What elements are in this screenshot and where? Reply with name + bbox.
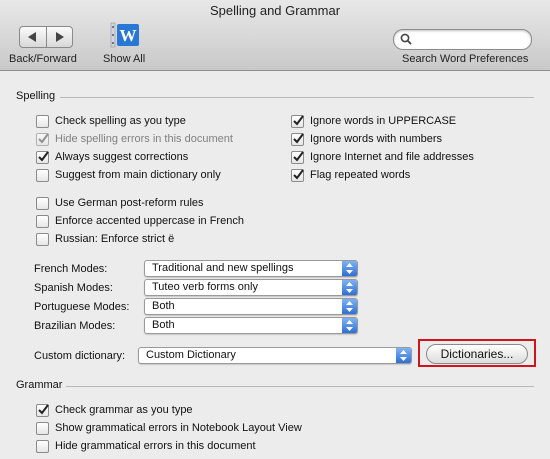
back-forward-label: Back/Forward xyxy=(9,53,77,65)
forward-button[interactable] xyxy=(45,27,73,47)
check-spelling-as-you-type-checkbox[interactable]: Check spelling as you type xyxy=(36,113,186,129)
search-input[interactable] xyxy=(416,32,524,46)
popup-arrows-icon xyxy=(342,280,357,295)
ignore-internet-addresses-checkbox[interactable]: Ignore Internet and file addresses xyxy=(291,149,474,165)
checkbox-box[interactable] xyxy=(36,421,49,435)
search-field[interactable] xyxy=(393,29,532,50)
search-label: Search Word Preferences xyxy=(402,53,529,65)
russian-strict-e-checkbox[interactable]: Russian: Enforce strict ë xyxy=(36,231,174,247)
spanish-modes-label: Spanish Modes: xyxy=(34,282,113,294)
search-icon xyxy=(400,33,412,45)
popup-arrows-icon xyxy=(342,261,357,276)
window-title: Spelling and Grammar xyxy=(209,3,341,18)
checkmark-icon xyxy=(38,403,49,415)
checkbox-box[interactable] xyxy=(291,132,304,146)
checkmark-icon xyxy=(293,168,304,180)
checkmark-icon xyxy=(293,150,304,162)
popup-arrows-icon xyxy=(396,348,411,363)
checkbox-box[interactable] xyxy=(291,150,304,164)
spelling-section-title: Spelling xyxy=(16,90,56,102)
checkbox-box[interactable] xyxy=(36,150,49,164)
checkmark-icon xyxy=(38,132,49,144)
checkbox-box[interactable] xyxy=(36,132,49,146)
show-all-button[interactable]: W xyxy=(110,22,140,48)
german-post-reform-checkbox[interactable]: Use German post-reform rules xyxy=(36,195,204,211)
back-forward-control[interactable] xyxy=(19,26,73,48)
checkbox-box[interactable] xyxy=(36,439,49,453)
custom-dictionary-label: Custom dictionary: xyxy=(34,350,126,362)
show-all-label: Show All xyxy=(103,53,146,65)
hide-grammatical-errors-checkbox[interactable]: Hide grammatical errors in this document xyxy=(36,438,256,454)
checkbox-box[interactable] xyxy=(36,168,49,182)
spanish-modes-popup[interactable]: Tuteo verb forms only xyxy=(144,279,358,296)
checkbox-box[interactable] xyxy=(291,114,304,128)
spelling-divider xyxy=(60,97,534,98)
show-all-icon: W xyxy=(110,22,139,48)
checkbox-box[interactable] xyxy=(36,114,49,128)
back-arrow-icon xyxy=(28,32,37,42)
ignore-words-with-numbers-checkbox[interactable]: Ignore words with numbers xyxy=(291,131,442,147)
checkmark-icon xyxy=(293,114,304,126)
back-button[interactable] xyxy=(20,27,46,47)
always-suggest-corrections-checkbox[interactable]: Always suggest corrections xyxy=(36,149,188,165)
french-accented-uppercase-checkbox[interactable]: Enforce accented uppercase in French xyxy=(36,213,244,229)
checkbox-box[interactable] xyxy=(36,403,49,417)
checkmark-icon xyxy=(293,132,304,144)
dictionaries-button[interactable]: Dictionaries... xyxy=(426,344,528,364)
checkbox-box[interactable] xyxy=(36,214,49,228)
hide-spelling-errors-checkbox[interactable]: Hide spelling errors in this document xyxy=(36,131,233,147)
toolbar: Spelling and Grammar Back/Forward W Show… xyxy=(0,0,550,71)
checkmark-icon xyxy=(38,150,49,162)
popup-arrows-icon xyxy=(342,318,357,333)
brazilian-modes-label: Brazilian Modes: xyxy=(34,320,116,332)
check-grammar-as-you-type-checkbox[interactable]: Check grammar as you type xyxy=(36,402,193,418)
portuguese-modes-popup[interactable]: Both xyxy=(144,298,358,315)
flag-repeated-words-checkbox[interactable]: Flag repeated words xyxy=(291,167,410,183)
checkbox-box[interactable] xyxy=(291,168,304,182)
grammar-section-title: Grammar xyxy=(16,379,63,391)
forward-arrow-icon xyxy=(55,32,64,42)
checkbox-box[interactable] xyxy=(36,196,49,210)
show-grammatical-errors-notebook-checkbox[interactable]: Show grammatical errors in Notebook Layo… xyxy=(36,420,302,436)
checkbox-box[interactable] xyxy=(36,232,49,246)
custom-dictionary-popup[interactable]: Custom Dictionary xyxy=(138,347,412,364)
popup-arrows-icon xyxy=(342,299,357,314)
suggest-from-main-dictionary-checkbox[interactable]: Suggest from main dictionary only xyxy=(36,167,221,183)
french-modes-label: French Modes: xyxy=(34,263,108,275)
brazilian-modes-popup[interactable]: Both xyxy=(144,317,358,334)
svg-text:W: W xyxy=(120,26,137,45)
portuguese-modes-label: Portuguese Modes: xyxy=(34,301,130,313)
ignore-uppercase-checkbox[interactable]: Ignore words in UPPERCASE xyxy=(291,113,456,129)
grammar-divider xyxy=(66,386,534,387)
french-modes-popup[interactable]: Traditional and new spellings xyxy=(144,260,358,277)
dictionaries-highlight: Dictionaries... xyxy=(418,339,536,367)
